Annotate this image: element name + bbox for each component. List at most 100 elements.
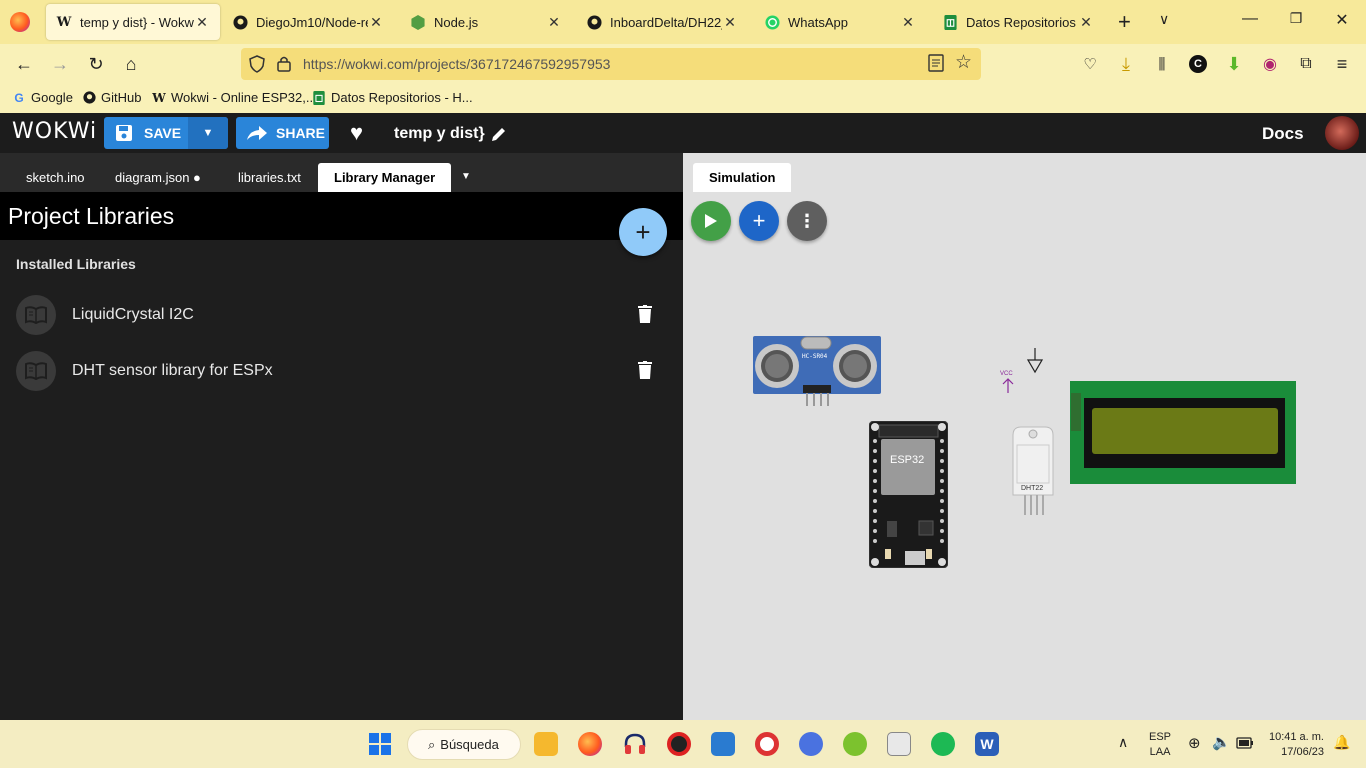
new-tab-icon[interactable]: + (1118, 9, 1131, 35)
downloads-icon[interactable]: ⤓ (1114, 52, 1138, 76)
reader-view-icon[interactable] (928, 54, 944, 77)
firefox-taskbar-icon[interactable] (578, 732, 602, 756)
bookmark-datos-repositorios[interactable]: Datos Repositorios - H... (312, 90, 473, 105)
save-button[interactable]: SAVE ▼ (104, 117, 228, 149)
tab-github-dh22[interactable]: InboardDelta/DH22_ult ✕ (576, 4, 748, 40)
media-player-icon[interactable] (667, 732, 691, 756)
library-header: Project Libraries (0, 192, 683, 240)
dht22-sensor[interactable]: DHT22 (1011, 425, 1055, 515)
simulation-more-button[interactable]: ⋮ (787, 201, 827, 241)
add-part-button[interactable]: + (739, 201, 779, 241)
edit-pencil-icon[interactable] (490, 125, 508, 148)
plus-icon: + (752, 208, 766, 233)
record-app-icon[interactable] (755, 732, 779, 756)
library-item: LiquidCrystal I2C (16, 295, 666, 337)
close-icon[interactable]: ✕ (722, 14, 738, 31)
windows-start-icon[interactable] (369, 733, 391, 760)
add-library-button[interactable]: + (619, 208, 667, 256)
tab-nodejs[interactable]: Node.js ✕ (400, 4, 572, 40)
nodejs-icon (410, 14, 426, 30)
app-menu-icon[interactable]: ≡ (1330, 52, 1354, 76)
start-simulation-button[interactable] (691, 201, 731, 241)
save-options-dropdown[interactable]: ▼ (188, 117, 228, 149)
network-icon[interactable]: ⊕ (1188, 734, 1201, 752)
tab-libraries-txt[interactable]: libraries.txt (222, 163, 317, 192)
window-close-icon[interactable]: ✕ (1330, 10, 1354, 30)
tab-diagram-json[interactable]: diagram.json ● (99, 163, 217, 192)
url-text: https://wokwi.com/projects/3671724675929… (303, 56, 611, 72)
library-icon[interactable]: ⫼ (1150, 52, 1174, 76)
keyboard-layout: LAA (1149, 746, 1171, 758)
tab-label: diagram.json ● (115, 170, 201, 185)
close-icon[interactable]: ✕ (368, 14, 384, 31)
trash-icon[interactable] (638, 361, 656, 381)
docs-link[interactable]: Docs (1262, 124, 1304, 144)
bookmark-star-icon[interactable]: ☆ (955, 51, 972, 74)
close-icon[interactable]: ✕ (900, 14, 916, 31)
minimize-icon[interactable]: — (1238, 10, 1262, 28)
headphones-app-icon[interactable] (623, 732, 647, 756)
heart-icon[interactable]: ♥ (350, 120, 363, 146)
tray-chevron-icon[interactable]: ∧ (1118, 734, 1128, 751)
volume-icon[interactable]: 🔈 (1212, 733, 1231, 751)
address-bar[interactable]: https://wokwi.com/projects/3671724675929… (241, 48, 981, 80)
cloud-drive-icon[interactable] (799, 732, 823, 756)
spotify-icon[interactable] (931, 732, 955, 756)
close-icon[interactable]: ✕ (546, 14, 562, 31)
android-app-icon[interactable] (843, 732, 867, 756)
tab-datos-repositorios[interactable]: Datos Repositorios - H ✕ (932, 4, 1104, 40)
save-disk-icon (115, 124, 133, 145)
bookmark-label: Google (31, 90, 73, 105)
battery-icon[interactable] (1236, 736, 1254, 754)
tab-list-chevron-icon[interactable]: ∨ (1159, 11, 1169, 28)
simulation-panel: Simulation + ⋮ HC-SR04 ESP32 VCC DHT22 (683, 153, 1366, 720)
date: 17/06/23 (1281, 746, 1324, 758)
vcc-marker[interactable]: VCC (999, 371, 1017, 393)
notification-bell-icon[interactable]: 🔔 (1333, 734, 1350, 751)
book-icon (16, 295, 56, 335)
pocket-icon[interactable]: ♡ (1078, 52, 1102, 76)
wokwi-logo[interactable]: WOKWi (12, 119, 97, 144)
bookmark-google[interactable]: G Google (12, 90, 73, 105)
forward-icon[interactable]: → (48, 52, 72, 76)
home-icon[interactable]: ⌂ (119, 52, 143, 76)
account-icon[interactable]: C (1186, 52, 1210, 76)
taskbar-search[interactable]: ⌕ Búsqueda (407, 729, 521, 760)
clock[interactable]: 10:41 a. m. 17/06/23 (1262, 730, 1324, 760)
puzzle-app-icon[interactable] (711, 732, 735, 756)
ultrasonic-sensor[interactable]: HC-SR04 (753, 336, 881, 406)
tab-library-manager[interactable]: Library Manager (318, 163, 452, 192)
close-icon[interactable]: ✕ (1078, 14, 1094, 31)
tab-wokwi[interactable]: W temp y dist} - Wokwi E ✕ (46, 4, 220, 40)
trash-icon[interactable] (638, 305, 656, 325)
tabs-menu-caret-icon[interactable]: ▼ (461, 171, 471, 182)
bookmark-github[interactable]: GitHub (82, 90, 141, 105)
esp32-board[interactable]: ESP32 (868, 420, 949, 569)
back-icon[interactable]: ← (12, 52, 36, 76)
language-indicator[interactable]: ESP LAA (1149, 730, 1171, 760)
user-avatar[interactable] (1325, 116, 1359, 150)
tab-github-node-red[interactable]: DiegoJm10/Node-red- ✕ (222, 4, 394, 40)
tab-simulation[interactable]: Simulation (693, 163, 792, 192)
extensions-icon[interactable]: ⧉ (1294, 52, 1318, 76)
restore-icon[interactable]: ❐ (1284, 10, 1308, 27)
wokwi-header: WOKWi SAVE ▼ SHARE ♥ temp y dist} Docs (0, 113, 1366, 153)
firefox-menu-icon[interactable] (10, 12, 30, 32)
vpn-extension-icon[interactable]: ◉ (1258, 52, 1282, 76)
word-icon[interactable]: W (975, 732, 999, 756)
extension-download-icon[interactable]: ⬇ (1222, 52, 1246, 76)
tracking-shield-icon[interactable] (249, 55, 265, 78)
project-title[interactable]: temp y dist} (394, 125, 485, 143)
close-icon[interactable]: ✕ (194, 14, 210, 31)
tab-whatsapp[interactable]: WhatsApp ✕ (754, 4, 926, 40)
tab-sketch-ino[interactable]: sketch.ino (10, 163, 101, 192)
book-icon (16, 351, 56, 391)
remote-desktop-icon[interactable] (887, 732, 911, 756)
bookmark-wokwi[interactable]: W Wokwi - Online ESP32,... (152, 90, 316, 105)
lcd-display[interactable] (1070, 381, 1296, 484)
reload-icon[interactable]: ↻ (84, 52, 108, 76)
ground-marker[interactable] (1027, 348, 1043, 376)
lock-icon[interactable] (277, 55, 291, 77)
share-button[interactable]: SHARE (236, 117, 329, 149)
file-explorer-icon[interactable] (534, 732, 558, 756)
